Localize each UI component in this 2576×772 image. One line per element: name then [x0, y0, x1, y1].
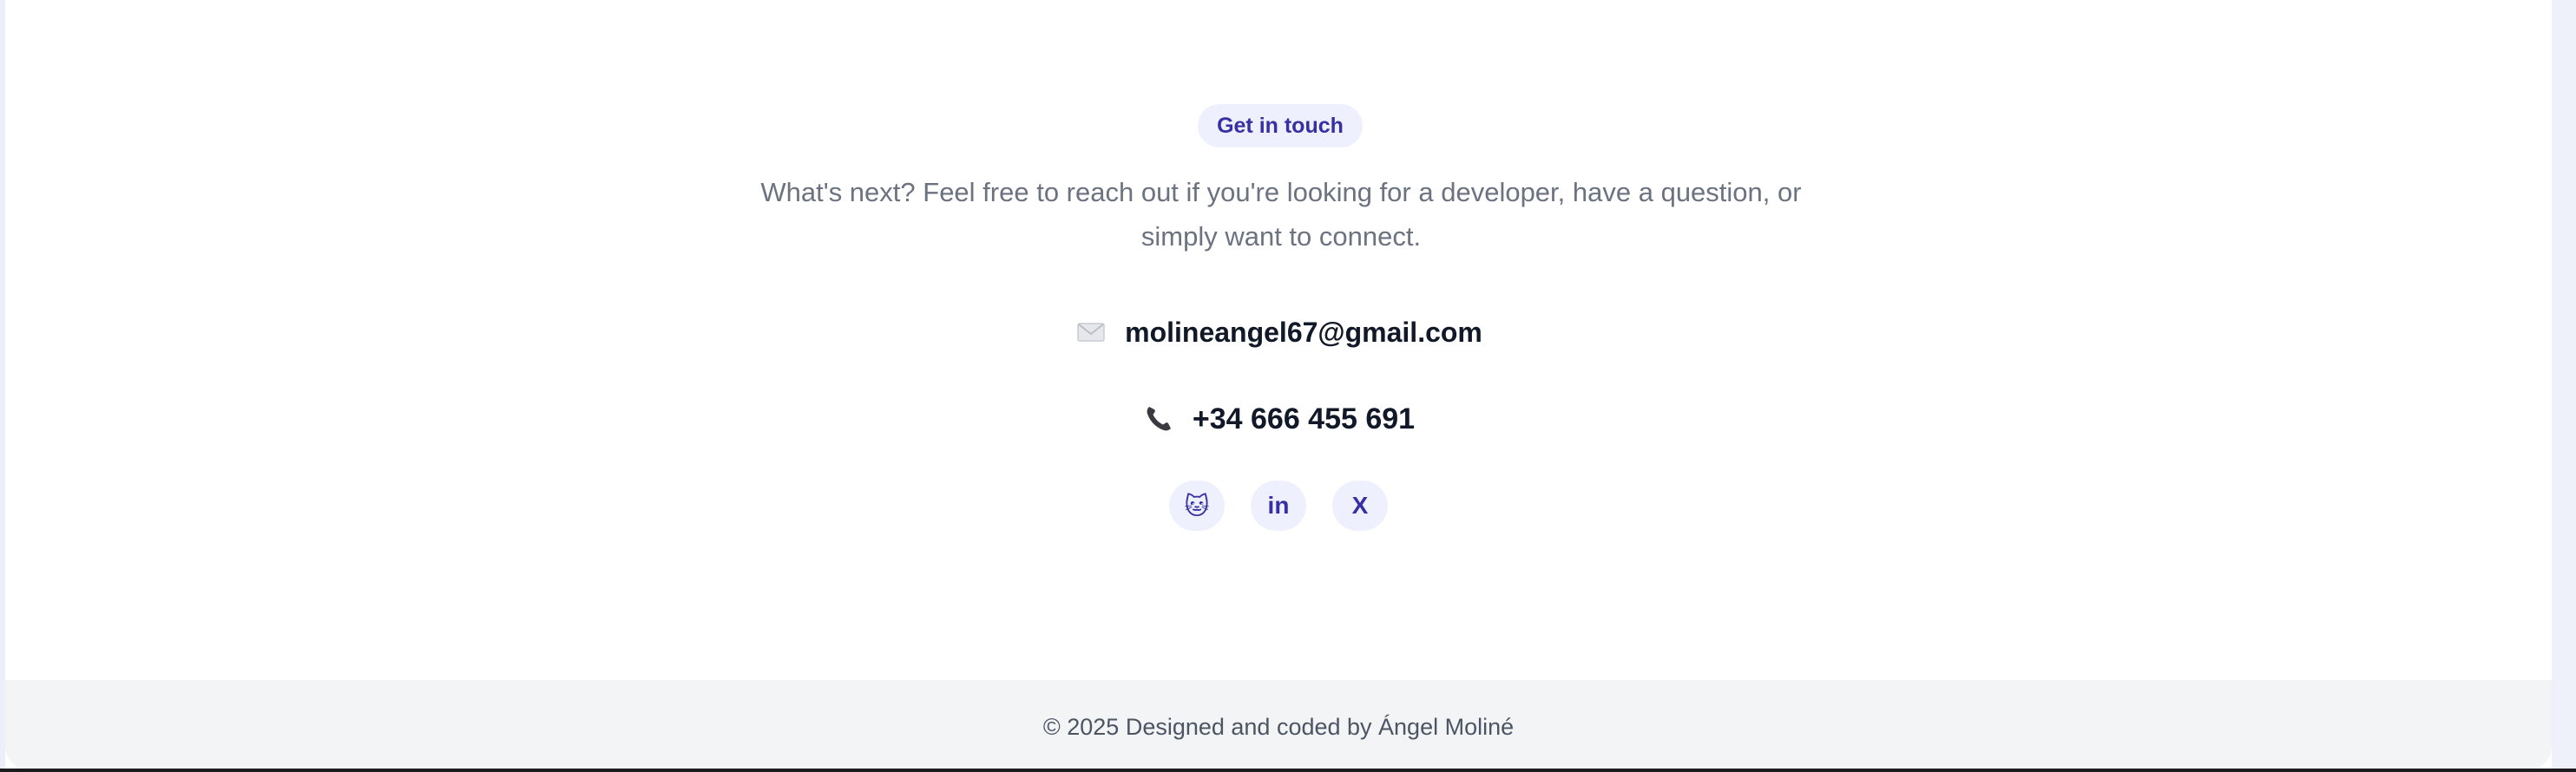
envelope-icon: [1074, 316, 1107, 349]
content-card: Get in touch What's next? Feel free to r…: [5, 0, 2552, 770]
footer-copyright: © 2025 Designed and coded by Ángel Molin…: [1042, 713, 1515, 740]
contact-section: Get in touch What's next? Feel free to r…: [5, 0, 2552, 680]
bottom-edge: [0, 769, 2576, 772]
github-link[interactable]: 🐱: [1169, 481, 1225, 531]
footer: © 2025 Designed and coded by Ángel Molin…: [5, 680, 2552, 770]
scrollbar-track[interactable]: [2552, 0, 2576, 772]
x-link[interactable]: X: [1332, 481, 1388, 531]
phone-icon: [1142, 402, 1175, 435]
social-links: 🐱 in X: [5, 481, 2552, 531]
page: Get in touch What's next? Feel free to r…: [0, 0, 2576, 772]
email-row[interactable]: molineangel67@gmail.com: [5, 311, 2552, 354]
phone-row[interactable]: +34 666 455 691: [5, 397, 2552, 441]
contact-intro-text: What's next? Feel free to reach out if y…: [760, 177, 1802, 252]
get-in-touch-badge: Get in touch: [1198, 104, 1363, 147]
phone-link[interactable]: +34 666 455 691: [1193, 402, 1415, 436]
email-link[interactable]: molineangel67@gmail.com: [1125, 317, 1482, 349]
linkedin-link[interactable]: in: [1251, 481, 1306, 531]
